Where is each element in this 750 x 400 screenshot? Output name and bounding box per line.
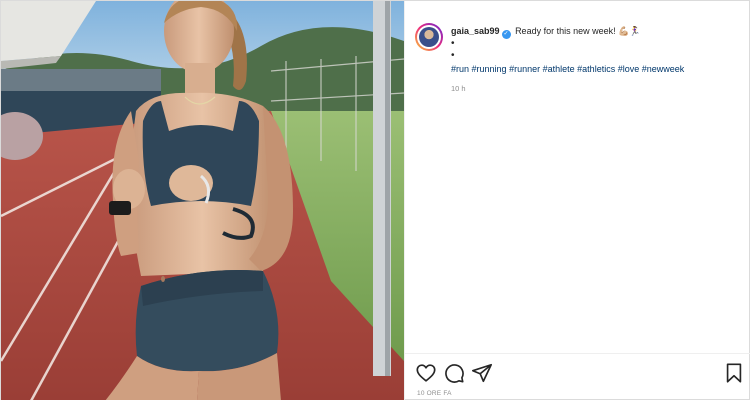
hashtag-list: #run #running #runner #athlete #athletic… [451, 63, 741, 75]
hashtag-link[interactable]: #run [451, 64, 469, 74]
actions-bar: 10 ORE FA [405, 353, 750, 400]
caption-text: Ready for this new week! [515, 26, 616, 36]
avatar[interactable] [415, 23, 443, 51]
bookmark-icon[interactable] [723, 362, 745, 384]
hashtag-link[interactable]: #runner [509, 64, 540, 74]
hashtag-link[interactable]: #newweek [642, 64, 685, 74]
comment-icon[interactable] [443, 362, 465, 384]
avatar-image [419, 27, 439, 47]
hashtag-link[interactable]: #athletics [577, 64, 615, 74]
instagram-post: gaia_sab99 ✓ Ready for this new week! 💪🏼🏃… [0, 0, 750, 400]
verified-badge-icon: ✓ [501, 30, 511, 39]
caption-timestamp[interactable]: 10 h [451, 83, 741, 95]
avatar-ring [417, 25, 441, 49]
caption-dot-line: • [451, 38, 455, 49]
athlete-photo-illustration [1, 1, 404, 400]
hashtag-link[interactable]: #love [618, 64, 640, 74]
share-icon[interactable] [471, 362, 493, 384]
hashtag-link[interactable]: #running [472, 64, 507, 74]
heart-icon[interactable] [415, 362, 437, 384]
caption-body: gaia_sab99 ✓ Ready for this new week! 💪🏼🏃… [451, 25, 741, 95]
username-link[interactable]: gaia_sab99 [451, 26, 500, 36]
post-details-panel: gaia_sab99 ✓ Ready for this new week! 💪🏼🏃… [404, 1, 750, 400]
caption-emojis: 💪🏼🏃‍♀️ [618, 26, 641, 36]
hashtag-link[interactable]: #athlete [543, 64, 575, 74]
caption-first-line: gaia_sab99 ✓ Ready for this new week! 💪🏼🏃… [451, 25, 741, 39]
post-date: 10 ORE FA [417, 390, 452, 397]
caption-dot-line: • [451, 50, 455, 61]
post-photo[interactable] [1, 1, 404, 400]
